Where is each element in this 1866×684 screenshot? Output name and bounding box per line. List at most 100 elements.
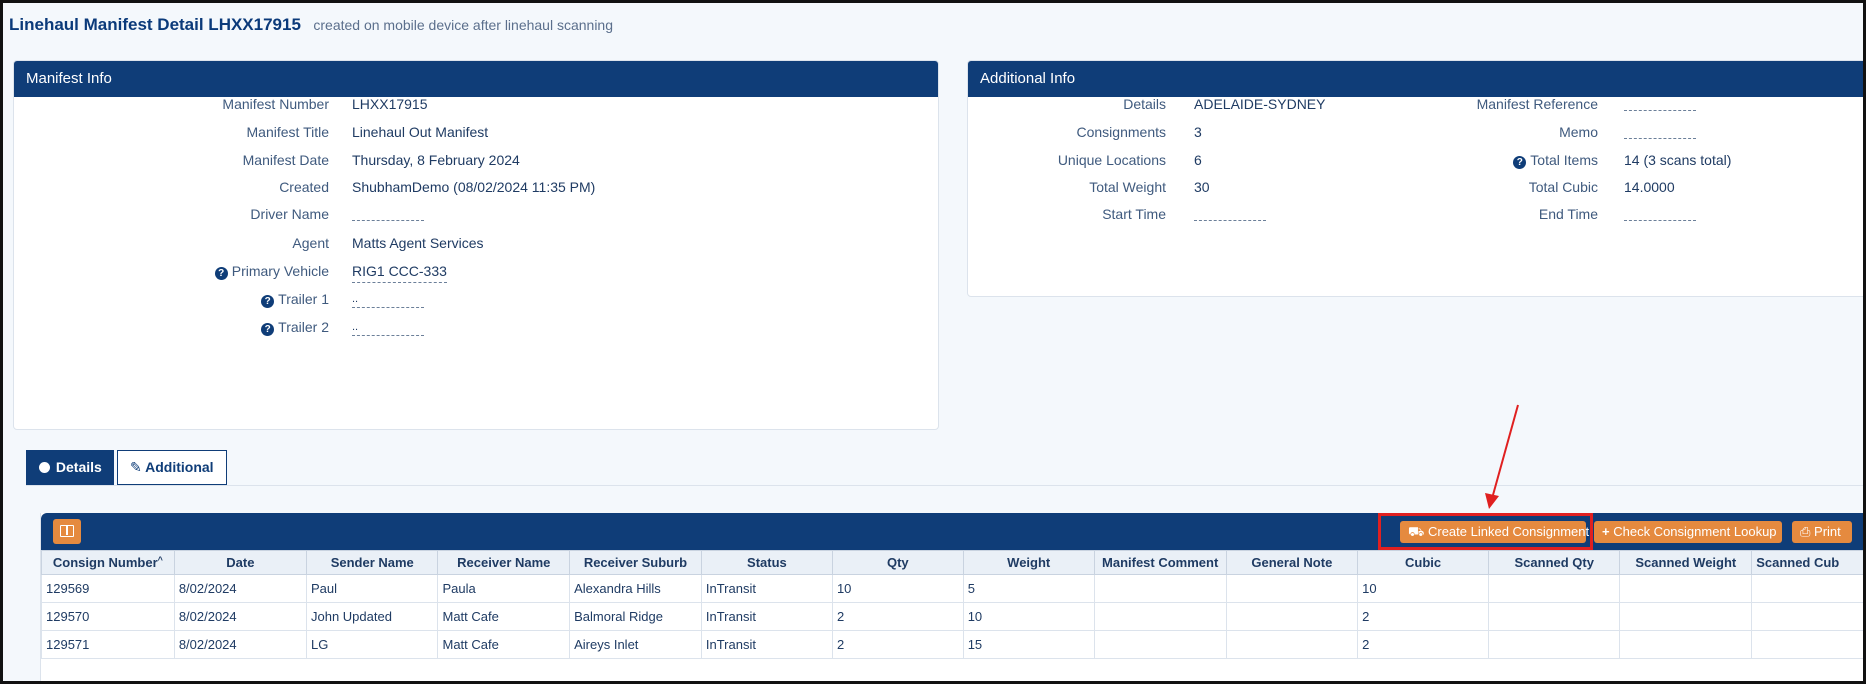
- manifest-info-card: Manifest Info Manifest Number LHXX17915 …: [13, 60, 939, 430]
- cell-manifest-comment: [1093, 630, 1227, 659]
- cell-date: 8/02/2024: [173, 574, 307, 603]
- cell-weight: 10: [962, 602, 1095, 631]
- field-label: Memo: [1559, 124, 1598, 140]
- tab-label: Details: [55, 459, 102, 475]
- cell-consign-number[interactable]: 129569: [41, 574, 175, 603]
- column-header-scanned-weight[interactable]: Scanned Weight: [1619, 550, 1753, 575]
- column-header-weight[interactable]: Weight: [962, 550, 1095, 575]
- column-header-receiver-name[interactable]: Receiver Name: [437, 550, 571, 575]
- field-value: LHXX17915: [352, 96, 428, 112]
- tab-label: Additional: [145, 459, 214, 475]
- column-header-cubic[interactable]: Cubic: [1357, 550, 1490, 575]
- editable-placeholder[interactable]: [1624, 110, 1696, 111]
- cell-receiver-name: Paula: [437, 574, 571, 603]
- cell-receiver-name: Matt Cafe: [437, 630, 571, 659]
- table-row[interactable]: 129571 8/02/2024 LG Matt Cafe Aireys Inl…: [41, 630, 1863, 659]
- cell-cubic: 2: [1357, 630, 1490, 659]
- editable-placeholder[interactable]: [352, 335, 424, 336]
- tab-divider: [26, 485, 1863, 486]
- cell-receiver-suburb: Balmoral Ridge: [569, 602, 702, 631]
- annotation-highlight-box: [1378, 513, 1593, 550]
- column-header-sender-name[interactable]: Sender Name: [305, 550, 439, 575]
- additional-info-card: Additional Info Details ADELAIDE-SYDNEY …: [967, 60, 1863, 297]
- cell-weight: 15: [962, 630, 1095, 659]
- editable-placeholder[interactable]: [352, 307, 424, 308]
- editable-placeholder[interactable]: [1624, 138, 1696, 139]
- column-header-scanned-cubic[interactable]: Scanned Cub: [1751, 550, 1863, 575]
- column-header-qty[interactable]: Qty: [831, 550, 964, 575]
- table-row[interactable]: 129570 8/02/2024 John Updated Matt Cafe …: [41, 602, 1863, 631]
- columns-icon: [60, 525, 74, 537]
- field-manifest-reference[interactable]: Manifest Reference: [968, 93, 1863, 115]
- field-label: Created: [279, 179, 329, 195]
- field-label: Driver Name: [250, 206, 329, 222]
- sort-caret-icon: ^: [157, 555, 163, 565]
- field-label: Trailer 2: [278, 319, 329, 335]
- cell-scanned-weight: [1619, 602, 1753, 631]
- cell-status: InTransit: [700, 574, 833, 603]
- tab-additional[interactable]: ✎ Additional: [117, 450, 227, 485]
- field-driver-name[interactable]: Driver Name: [14, 203, 938, 225]
- editable-placeholder[interactable]: [352, 220, 424, 221]
- field-label-wrap: ? Total Items: [1368, 149, 1598, 171]
- cell-cubic: 10: [1357, 574, 1490, 603]
- cell-status: InTransit: [700, 630, 833, 659]
- help-icon[interactable]: ?: [1513, 156, 1527, 169]
- field-total-cubic: Total Cubic 14.0000: [968, 176, 1863, 198]
- column-header-receiver-suburb[interactable]: Receiver Suburb: [569, 550, 702, 575]
- page-title: Linehaul Manifest Detail LHXX17915: [9, 15, 301, 34]
- help-icon[interactable]: ?: [261, 323, 275, 336]
- field-memo[interactable]: Memo: [968, 121, 1863, 143]
- field-value[interactable]: RIG1 CCC-333: [352, 260, 447, 283]
- app-frame: Linehaul Manifest Detail LHXX17915 creat…: [0, 0, 1866, 684]
- arrow-shaft: [1492, 404, 1519, 496]
- field-label: Manifest Date: [242, 152, 329, 168]
- field-label: Manifest Reference: [1476, 96, 1598, 112]
- cell-date: 8/02/2024: [173, 630, 307, 659]
- field-label-wrap: ? Trailer 2: [14, 316, 329, 338]
- circle-icon: [39, 462, 50, 473]
- print-button[interactable]: ⎙ Print: [1792, 521, 1852, 543]
- field-end-time[interactable]: End Time: [968, 203, 1863, 225]
- field-trailer-1[interactable]: ? Trailer 1 ..: [14, 288, 938, 310]
- field-label: Manifest Title: [246, 124, 329, 140]
- column-header-manifest-comment[interactable]: Manifest Comment: [1093, 550, 1227, 575]
- field-label: Total Items: [1530, 152, 1598, 168]
- cell-consign-number[interactable]: 129570: [41, 602, 175, 631]
- cell-sender-name: Paul: [305, 574, 439, 603]
- cell-scanned-weight: [1619, 574, 1753, 603]
- field-label: Total Cubic: [1528, 179, 1598, 195]
- cell-consign-number[interactable]: 129571: [41, 630, 175, 659]
- field-label-wrap: ? Primary Vehicle: [14, 260, 329, 282]
- editable-placeholder[interactable]: [1624, 220, 1696, 221]
- tab-details[interactable]: Details: [26, 450, 114, 485]
- column-header-general-note[interactable]: General Note: [1225, 550, 1359, 575]
- column-header-scanned-qty[interactable]: Scanned Qty: [1488, 550, 1621, 575]
- field-value: Thursday, 8 February 2024: [352, 152, 520, 168]
- button-label: Check Consignment Lookup: [1613, 524, 1777, 539]
- cell-scanned-qty: [1488, 574, 1621, 603]
- help-icon[interactable]: ?: [214, 267, 228, 280]
- cell-scanned-cubic: [1751, 602, 1863, 631]
- field-label: Primary Vehicle: [231, 263, 329, 279]
- help-icon[interactable]: ?: [261, 295, 275, 308]
- column-header-consign-number[interactable]: Consign Number^: [41, 550, 175, 575]
- field-primary-vehicle[interactable]: ? Primary Vehicle RIG1 CCC-333: [14, 260, 938, 283]
- cell-qty: 2: [831, 602, 964, 631]
- column-header-status[interactable]: Status: [700, 550, 833, 575]
- button-label: Print: [1814, 524, 1841, 539]
- field-trailer-2[interactable]: ? Trailer 2 ..: [14, 316, 938, 338]
- cell-cubic: 2: [1357, 602, 1490, 631]
- field-label: Trailer 1: [278, 291, 329, 307]
- field-label: Agent: [292, 235, 329, 251]
- field-value: Matts Agent Services: [352, 235, 484, 251]
- column-header-date[interactable]: Date: [173, 550, 307, 575]
- table-header-row: Consign Number^ Date Sender Name Receive…: [41, 550, 1863, 575]
- field-label: End Time: [1538, 206, 1598, 222]
- table-row[interactable]: 129569 8/02/2024 Paul Paula Alexandra Hi…: [41, 574, 1863, 603]
- arrow-head: [1485, 493, 1499, 509]
- check-consignment-lookup-button[interactable]: + Check Consignment Lookup: [1594, 521, 1782, 543]
- cell-receiver-suburb: Aireys Inlet: [569, 630, 702, 659]
- column-header-label: Consign Number: [52, 555, 158, 570]
- column-chooser-button[interactable]: [53, 519, 81, 544]
